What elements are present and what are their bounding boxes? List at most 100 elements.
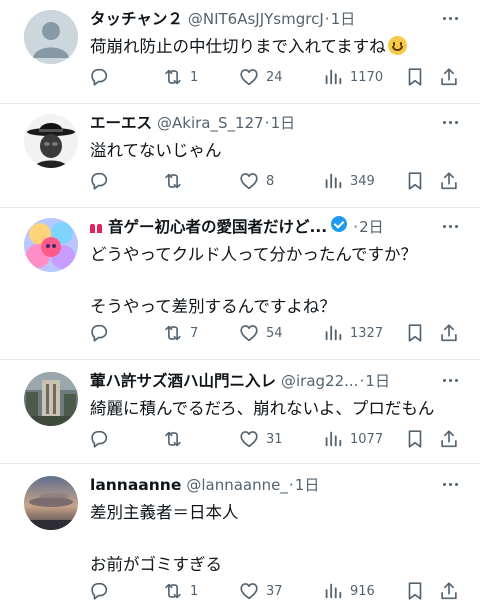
- user-handle[interactable]: @lannaanne_: [186, 474, 288, 496]
- like-button[interactable]: 24: [238, 66, 322, 88]
- reply-icon: [91, 582, 108, 600]
- like-count: 8: [266, 173, 275, 189]
- retweet-button[interactable]: 1: [162, 66, 238, 88]
- views-button[interactable]: 1170: [322, 66, 404, 88]
- reply-button[interactable]: [88, 322, 162, 344]
- like-button[interactable]: 8: [238, 170, 322, 192]
- tweet-item[interactable]: lannaanne @lannaanne_ · 1日 差別主義者＝日本人 お前が…: [0, 464, 480, 614]
- tweet-text-body: 荷崩れ防止の中仕切りまで入れてますね: [90, 37, 386, 56]
- like-icon: [240, 583, 258, 600]
- bookmark-button[interactable]: [404, 66, 438, 88]
- display-name[interactable]: 音ゲー初心者の愛国者だけど...: [108, 216, 327, 238]
- tweet-text: 荷崩れ防止の中仕切りまで入れてますね: [90, 34, 470, 60]
- tweet-item[interactable]: エーエス @Akira_S_127 · 1日 溢れてないじゃん 8 349: [0, 104, 480, 208]
- avatar[interactable]: [24, 372, 78, 426]
- user-handle[interactable]: @irag22...: [281, 370, 358, 392]
- views-icon: [325, 69, 342, 85]
- tweet-header: 葷ハ許サズ酒ハ山門ニ入レ @irag22... · 1日: [90, 370, 470, 392]
- bookmark-button[interactable]: [404, 170, 438, 192]
- action-bar: 7 54 1327: [88, 322, 468, 344]
- user-handle[interactable]: @NIT6AsJJYsmgrcJ: [188, 8, 324, 30]
- reply-button[interactable]: [88, 66, 162, 88]
- retweet-icon: [165, 583, 181, 599]
- share-icon: [441, 582, 457, 600]
- tweet-header: 音ゲー初心者の愛国者だけど... · 2日: [90, 216, 470, 238]
- retweet-icon: [165, 173, 181, 189]
- timestamp[interactable]: 1日: [365, 370, 390, 392]
- reply-button[interactable]: [88, 580, 162, 602]
- separator-dot: ·: [353, 218, 359, 236]
- retweet-icon: [165, 325, 181, 341]
- tweet-header: lannaanne @lannaanne_ · 1日: [90, 474, 470, 496]
- more-icon[interactable]: [438, 216, 462, 236]
- verified-badge-icon[interactable]: [331, 216, 348, 232]
- timestamp[interactable]: 1日: [271, 112, 296, 134]
- views-icon: [325, 173, 342, 189]
- display-name[interactable]: 葷ハ許サズ酒ハ山門ニ入レ: [90, 370, 276, 392]
- tweet-item[interactable]: 葷ハ許サズ酒ハ山門ニ入レ @irag22... · 1日 綺麗に積んでるだろ、崩…: [0, 360, 480, 464]
- separator-dot: ·: [288, 476, 294, 494]
- more-icon[interactable]: [438, 370, 462, 390]
- bookmark-button[interactable]: [404, 322, 438, 344]
- tweet-header: エーエス @Akira_S_127 · 1日: [90, 112, 470, 134]
- like-button[interactable]: 31: [238, 428, 322, 450]
- like-icon: [240, 431, 258, 448]
- views-button[interactable]: 1077: [322, 428, 404, 450]
- like-button[interactable]: 37: [238, 580, 322, 602]
- retweet-button[interactable]: 1: [162, 580, 238, 602]
- display-name[interactable]: lannaanne: [90, 474, 181, 496]
- share-button[interactable]: [438, 428, 462, 450]
- reply-icon: [91, 172, 108, 190]
- share-button[interactable]: [438, 322, 462, 344]
- bookmark-button[interactable]: [404, 428, 438, 450]
- tweet-item[interactable]: 音ゲー初心者の愛国者だけど... · 2日 どうやってクルド人って分かったんです…: [0, 208, 480, 360]
- more-icon[interactable]: [438, 474, 462, 494]
- action-bar: 8 349: [88, 170, 468, 192]
- retweet-button[interactable]: [162, 170, 238, 192]
- reply-button[interactable]: [88, 428, 162, 450]
- like-count: 37: [266, 583, 283, 599]
- tweet-item[interactable]: タッチャン２ @NIT6AsJJYsmgrcJ · 1日 荷崩れ防止の中仕切りま…: [0, 0, 480, 104]
- avatar[interactable]: [24, 476, 78, 530]
- tweet-text: どうやってクルド人って分かったんですか？ そうやって差別するんですよね？: [90, 245, 418, 316]
- display-name[interactable]: タッチャン２: [90, 8, 183, 30]
- user-handle[interactable]: @Akira_S_127: [157, 112, 264, 134]
- view-count: 916: [350, 583, 375, 599]
- reply-icon: [91, 324, 108, 342]
- more-icon[interactable]: [438, 8, 462, 28]
- avatar[interactable]: [24, 114, 78, 168]
- timestamp[interactable]: 2日: [359, 216, 384, 238]
- timestamp[interactable]: 1日: [295, 474, 320, 496]
- retweet-button[interactable]: [162, 428, 238, 450]
- retweet-count: 1: [190, 583, 199, 599]
- views-button[interactable]: 349: [322, 170, 404, 192]
- share-icon: [441, 430, 457, 448]
- avatar[interactable]: [24, 10, 78, 64]
- share-button[interactable]: [438, 580, 462, 602]
- share-icon: [441, 172, 457, 190]
- share-button[interactable]: [438, 170, 462, 192]
- avatar[interactable]: [24, 218, 78, 272]
- retweet-button[interactable]: 7: [162, 322, 238, 344]
- view-count: 1170: [350, 69, 384, 85]
- reply-icon: [91, 430, 108, 448]
- tweet-content: 葷ハ許サズ酒ハ山門ニ入レ @irag22... · 1日 綺麗に積んでるだろ、崩…: [90, 370, 470, 422]
- display-name[interactable]: エーエス: [90, 112, 152, 134]
- reply-button[interactable]: [88, 170, 162, 192]
- more-icon[interactable]: [438, 112, 462, 132]
- action-bar: 1 24 1170: [88, 66, 468, 88]
- timestamp[interactable]: 1日: [331, 8, 356, 30]
- tweet-content: 音ゲー初心者の愛国者だけど... · 2日 どうやってクルド人って分かったんです…: [90, 216, 470, 320]
- tweet-text: 綺麗に積んでるだろ、崩れないよ、プロだもん: [90, 399, 435, 418]
- retweet-icon: [165, 69, 181, 85]
- retweet-count: 1: [190, 69, 199, 85]
- views-button[interactable]: 916: [322, 580, 404, 602]
- view-count: 349: [350, 173, 375, 189]
- views-button[interactable]: 1327: [322, 322, 404, 344]
- sunset-clouds-avatar-icon: [24, 476, 78, 530]
- like-button[interactable]: 54: [238, 322, 322, 344]
- bookmark-button[interactable]: [404, 580, 438, 602]
- share-button[interactable]: [438, 66, 462, 88]
- views-icon: [325, 431, 342, 447]
- bookmark-icon: [408, 582, 422, 600]
